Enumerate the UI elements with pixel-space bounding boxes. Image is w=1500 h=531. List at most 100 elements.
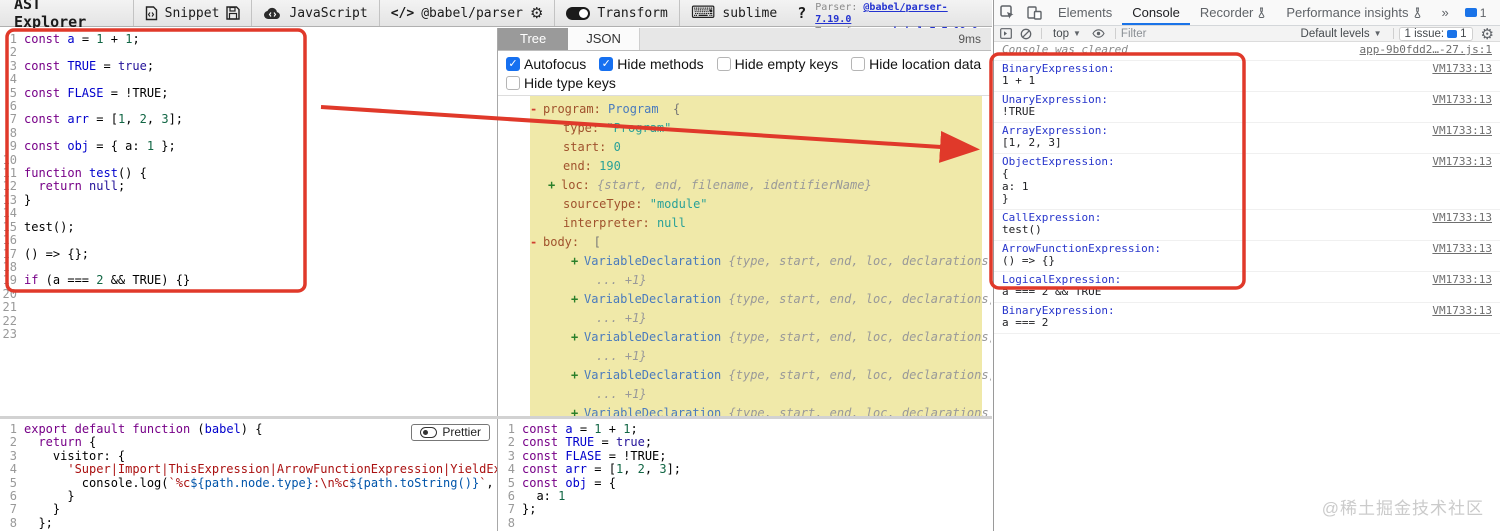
checkbox-hide-type-keys[interactable]: Hide type keys: [506, 75, 616, 91]
collapse-icon[interactable]: -: [530, 233, 543, 252]
tree-node[interactable]: + loc: {start, end, filename, identifierN…: [530, 176, 982, 195]
unchecked-checkbox-icon[interactable]: [716, 57, 731, 71]
expand-icon[interactable]: +: [548, 176, 561, 195]
language-dropdown[interactable]: JavaScript: [251, 0, 378, 26]
tree-node[interactable]: - body: [: [530, 233, 982, 252]
line-number: 4: [9, 72, 17, 87]
issues-counter[interactable]: 1 issue: 1: [1398, 26, 1473, 41]
devtools-tab-recorder[interactable]: Recorder: [1190, 0, 1276, 25]
tree-node[interactable]: sourceType: "module": [530, 195, 982, 214]
source-link[interactable]: VM1733:13: [1424, 211, 1492, 225]
transform-editor[interactable]: Prettier 1 export default function (babel…: [0, 419, 498, 531]
device-toolbar-icon[interactable]: [1021, 5, 1048, 20]
devtools-tab-»[interactable]: »: [1432, 0, 1459, 25]
line-number: 4: [9, 462, 17, 477]
tree-node[interactable]: ... +1}: [530, 271, 982, 290]
tree-node[interactable]: type: "Program": [530, 119, 982, 138]
source-link[interactable]: VM1733:13: [1424, 242, 1492, 256]
transform-toggle-item[interactable]: Transform: [554, 0, 678, 26]
expand-icon[interactable]: +: [571, 252, 584, 271]
transform-output-editor[interactable]: 1 const a = 1 + 1; 2 const TRUE = true; 3 con…: [498, 419, 991, 531]
source-link[interactable]: VM1733:13: [1424, 93, 1492, 107]
code-line: 2 const TRUE = true;: [498, 435, 991, 449]
cloud-code-icon: [263, 7, 282, 20]
tree-node[interactable]: + VariableDeclaration {type, start, end, …: [530, 252, 991, 271]
token: 1: [96, 32, 104, 46]
settings-gear-icon[interactable]: ⚙: [1494, 3, 1500, 22]
console-toolbar: top ▼ Default levels ▼ 1 issue: 1 ⚙: [994, 25, 1500, 43]
code-text: };: [24, 516, 52, 530]
tree-node[interactable]: + VariableDeclaration {type, start, end, …: [530, 290, 991, 309]
token: const: [522, 422, 559, 436]
tree-token: VariableDeclaration: [584, 292, 722, 306]
tree-node[interactable]: ... +1}: [530, 385, 982, 404]
tree-node[interactable]: + VariableDeclaration {type, start, end, …: [530, 404, 991, 416]
code-line: 2: [0, 45, 497, 59]
tab-json[interactable]: JSON: [568, 28, 640, 50]
source-link[interactable]: VM1733:13: [1424, 62, 1492, 76]
context-selector[interactable]: top ▼: [1047, 28, 1087, 40]
unchecked-checkbox-icon[interactable]: [506, 76, 520, 90]
source-link[interactable]: VM1733:13: [1424, 304, 1492, 318]
source-link[interactable]: VM1733:13: [1424, 124, 1492, 138]
help-button[interactable]: ?: [788, 0, 815, 26]
checked-checkbox-icon[interactable]: ✓: [599, 57, 614, 71]
filter-input[interactable]: [1120, 27, 1295, 40]
unchecked-checkbox-icon[interactable]: [851, 57, 866, 71]
checkbox-hide-empty-keys[interactable]: Hide empty keys: [716, 56, 838, 72]
log-levels-dropdown[interactable]: Default levels ▼: [1295, 28, 1388, 40]
tree-token: {type, start, end, loc, declarations,: [728, 292, 991, 306]
source-link[interactable]: VM1733:13: [1424, 273, 1492, 287]
gear-icon[interactable]: ⚙: [530, 5, 543, 21]
source-link[interactable]: VM1733:13: [1424, 155, 1492, 169]
devtools-tab-performance-insights[interactable]: Performance insights: [1276, 0, 1431, 25]
tab-tree[interactable]: Tree: [498, 28, 569, 50]
devtools-tab-elements[interactable]: Elements: [1048, 0, 1122, 25]
tree-node[interactable]: + VariableDeclaration {type, start, end, …: [530, 328, 991, 347]
line-number: 7: [9, 112, 17, 127]
checked-checkbox-icon[interactable]: ✓: [506, 57, 520, 71]
tree-token: ... +1}: [596, 349, 647, 363]
tree-node[interactable]: + VariableDeclaration {type, start, end, …: [530, 366, 991, 385]
token: 2: [139, 112, 147, 127]
keybinding-dropdown[interactable]: ⌨ sublime: [678, 0, 788, 26]
token: };: [154, 139, 176, 154]
source-code-editor[interactable]: 1 const a = 1 + 1; 2 3 const TRUE = true; 4 …: [0, 28, 498, 416]
tree-node[interactable]: ... +1}: [530, 309, 982, 328]
tree-token: 0: [613, 140, 621, 154]
snippet-button[interactable]: Snippet: [132, 0, 252, 26]
checkbox-autofocus[interactable]: ✓ Autofocus: [506, 56, 586, 72]
code-line: 19 if (a === 2 && TRUE) {}: [0, 273, 497, 287]
live-expression-eye-icon[interactable]: [1087, 29, 1110, 38]
tree-node[interactable]: interpreter: null: [530, 214, 982, 233]
messages-badge[interactable]: 1: [1459, 6, 1493, 20]
console-settings-gear-icon[interactable]: ⚙: [1475, 25, 1500, 43]
parser-dropdown[interactable]: </> @babel/parser ⚙: [378, 0, 555, 26]
tree-token: "module": [649, 197, 708, 211]
expand-icon[interactable]: +: [571, 328, 584, 347]
clear-console-icon[interactable]: [1016, 28, 1036, 40]
prettier-toggle-button[interactable]: Prettier: [411, 424, 490, 442]
expand-icon[interactable]: +: [571, 404, 584, 416]
transform-toggle-icon[interactable]: [566, 6, 591, 20]
checkbox-hide-methods[interactable]: ✓ Hide methods: [599, 56, 704, 72]
expand-icon[interactable]: +: [571, 290, 584, 309]
tree-node[interactable]: end: 190: [530, 157, 982, 176]
console-sidebar-icon[interactable]: [994, 28, 1016, 39]
inspect-element-icon[interactable]: [994, 5, 1021, 20]
collapse-icon[interactable]: -: [530, 100, 543, 119]
save-icon[interactable]: [226, 6, 241, 20]
code-line: 18: [0, 260, 497, 274]
token: ${path.toString()}: [349, 475, 480, 490]
checkbox-hide-location-data[interactable]: Hide location data: [851, 56, 981, 72]
source-link[interactable]: app-9b0fdd2…-27.js:1: [1352, 43, 1492, 57]
tree-node[interactable]: start: 0: [530, 138, 982, 157]
tree-node[interactable]: ... +1}: [530, 347, 982, 366]
tree-node[interactable]: - program: Program {: [530, 100, 982, 119]
devtools-tab-console[interactable]: Console: [1122, 0, 1190, 25]
expand-icon[interactable]: +: [571, 366, 584, 385]
tree-view[interactable]: - program: Program {type: "Program" start:…: [498, 96, 991, 416]
